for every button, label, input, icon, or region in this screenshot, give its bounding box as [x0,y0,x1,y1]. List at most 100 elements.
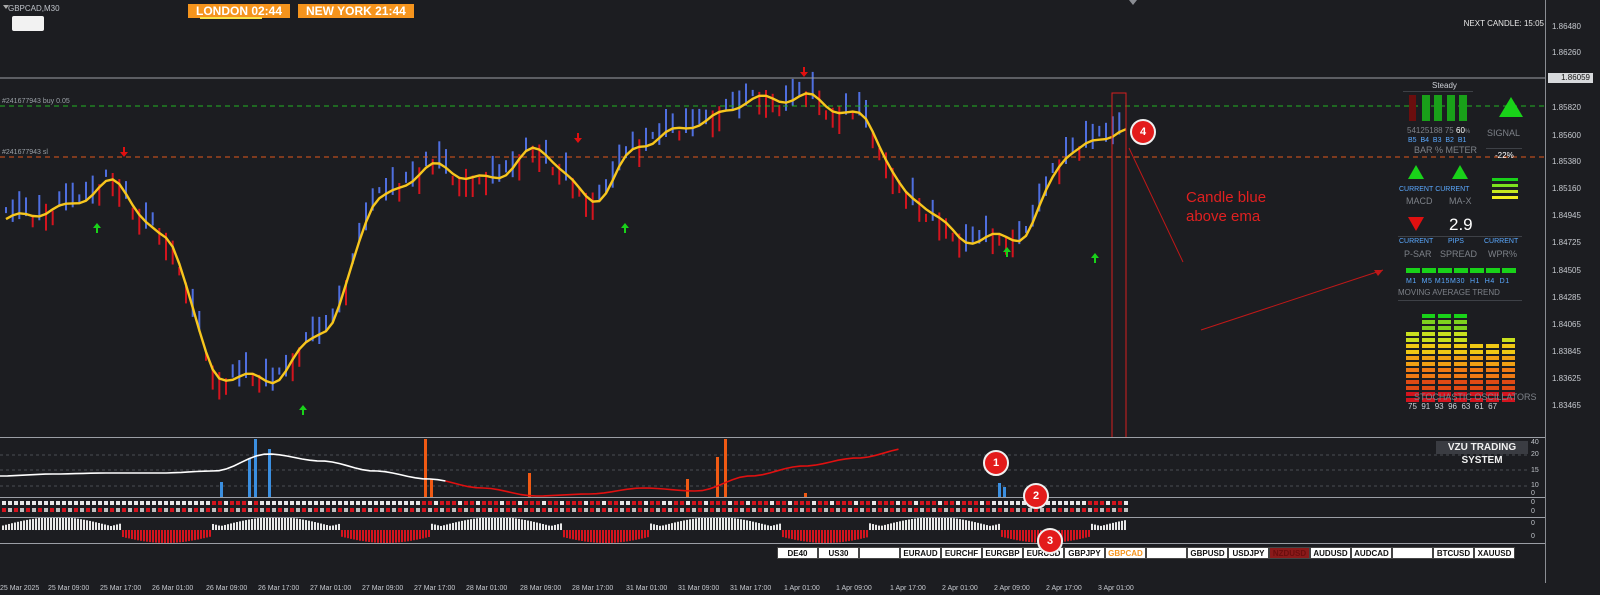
symbol-button[interactable]: USDJPY [1228,547,1269,559]
strip-dot [464,501,468,505]
symbol-button[interactable]: EURGBP [982,547,1023,559]
wave-bar [113,525,115,531]
strip-dot [278,508,282,512]
wave-bar [551,525,553,530]
wave-bar [185,530,187,542]
strip-dot [92,501,96,505]
strip-dot [620,501,624,505]
strip-dot [818,508,822,512]
strip-dot [38,508,42,512]
dot-strip-pane[interactable] [0,498,1530,517]
strip-dot [560,501,564,505]
wave-bar [146,530,148,542]
wave-bar [344,530,346,538]
strip-dot [104,501,108,505]
pane-separator[interactable] [0,543,1545,544]
candles-layer [5,71,1121,400]
strip-dot [950,508,954,512]
symbol-button[interactable]: DE40 [777,547,818,559]
wave-bar [503,518,505,531]
oscillator-pane[interactable] [0,438,1545,497]
candle [818,90,821,116]
wave-bar [296,518,298,530]
stoch-segment [1454,368,1467,372]
wave-bar [764,524,766,531]
wave-bar [395,530,397,543]
wave-bar [917,518,919,531]
wave-bar [641,530,643,539]
wave-bar [671,523,673,530]
strip-dot [530,501,534,505]
strip-dot [128,508,132,512]
stoch-segment [1422,338,1435,342]
wave-bar [401,530,403,543]
strip-dot [20,508,24,512]
stoch-segment [1422,386,1435,390]
stoch-segment [1454,320,1467,324]
wave-strip-pane[interactable] [0,518,1530,543]
wave-bar [959,519,961,530]
strip-dot [44,508,48,512]
strip-dot [758,508,762,512]
symbol-button[interactable]: EURCHF [941,547,982,559]
wave-bar [1016,530,1018,541]
symbol-button[interactable] [1392,547,1433,559]
wave-bar [566,530,568,538]
symbol-button[interactable]: GBPUSD [1187,547,1228,559]
wave-bar [710,518,712,530]
strip-dot [890,501,894,505]
wave-bar [578,530,580,541]
wave-bar [206,530,208,538]
wave-bar [137,530,139,541]
wave-bar [926,518,928,530]
strip-dot [404,508,408,512]
strip-dot [968,501,972,505]
wave-bar [455,522,457,531]
strip-dot [866,508,870,512]
menu-triangle-icon[interactable] [3,5,9,9]
histogram-bar [430,479,433,497]
wave-bar [386,530,388,543]
stoch-segment [1470,344,1483,348]
wave-bar [194,530,196,541]
tf-label: D1 [1499,278,1510,285]
strip-dot [698,501,702,505]
strip-dot [242,501,246,505]
symbol-button[interactable]: XAUUSD [1474,547,1515,559]
wave-bar [599,530,601,543]
shift-marker-icon[interactable] [1129,0,1137,5]
strip-dot [704,501,708,505]
symbol-button[interactable] [1146,547,1187,559]
wave-bar [152,530,154,543]
stoch-segment [1502,386,1515,390]
wave-bar [593,530,595,543]
oscillator-line [0,453,446,482]
symbol-button[interactable]: AUDUSD [1310,547,1351,559]
wave-bar [53,518,55,531]
symbol-button[interactable] [859,547,900,559]
symbol-button[interactable]: AUDCAD [1351,547,1392,559]
symbol-button[interactable]: EURAUD [900,547,941,559]
strip-dot [20,501,24,505]
wave-bar [1076,530,1078,540]
wave-bar [170,530,172,543]
wave-bar [407,530,409,542]
stoch-segment [1502,362,1515,366]
strip-dot [842,508,846,512]
symbol-button[interactable]: US30 [818,547,859,559]
wave-bar [77,518,79,531]
symbol-button[interactable]: BTCUSD [1433,547,1474,559]
symbol-button[interactable]: GBPJPY [1064,547,1105,559]
price-chart[interactable] [0,0,1545,437]
strip-dot [812,501,816,505]
stoch-segment [1422,320,1435,324]
strip-dot [32,501,36,505]
sell-arrow-icon [800,67,808,77]
histogram-bar [268,449,271,497]
strip-dot [836,508,840,512]
symbol-button[interactable]: NZDUSD [1269,547,1310,559]
wave-bar [611,530,613,543]
stoch-segment [1406,380,1419,384]
symbol-button[interactable]: GBPCAD [1105,547,1146,559]
strip-dot [302,501,306,505]
